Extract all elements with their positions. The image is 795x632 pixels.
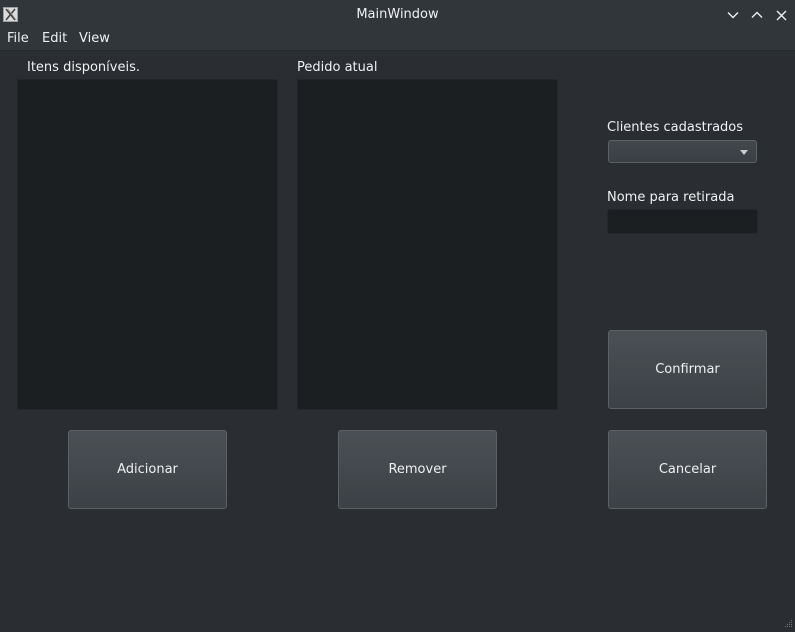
clients-label: Clientes cadastrados <box>607 120 744 135</box>
chevron-down-icon <box>740 150 748 155</box>
close-icon <box>776 10 786 20</box>
maximize-button[interactable] <box>748 6 766 24</box>
remove-button[interactable]: Remover <box>338 430 497 509</box>
pickup-name-label: Nome para retirada <box>607 190 735 205</box>
menu-edit[interactable]: Edit <box>42 31 67 46</box>
current-order-label: Pedido atual <box>297 60 378 75</box>
confirm-button[interactable]: Confirmar <box>608 330 767 409</box>
add-button[interactable]: Adicionar <box>68 430 227 509</box>
menu-view[interactable]: View <box>79 31 110 46</box>
available-items-list[interactable] <box>17 79 278 410</box>
available-items-label: Itens disponíveis. <box>27 60 140 75</box>
pickup-name-input[interactable] <box>607 209 758 234</box>
current-order-list[interactable] <box>297 79 558 410</box>
maximize-icon <box>751 11 763 18</box>
close-button[interactable] <box>772 6 790 24</box>
minimize-icon <box>727 12 739 19</box>
clients-dropdown[interactable] <box>608 140 757 163</box>
title-bar: MainWindow <box>0 0 795 30</box>
minimize-button[interactable] <box>724 6 742 24</box>
menu-bar: File Edit View <box>0 30 795 51</box>
menu-file[interactable]: File <box>7 31 29 46</box>
cancel-button[interactable]: Cancelar <box>608 430 767 509</box>
resize-grip-icon[interactable] <box>783 617 793 627</box>
window-title: MainWindow <box>356 7 439 22</box>
